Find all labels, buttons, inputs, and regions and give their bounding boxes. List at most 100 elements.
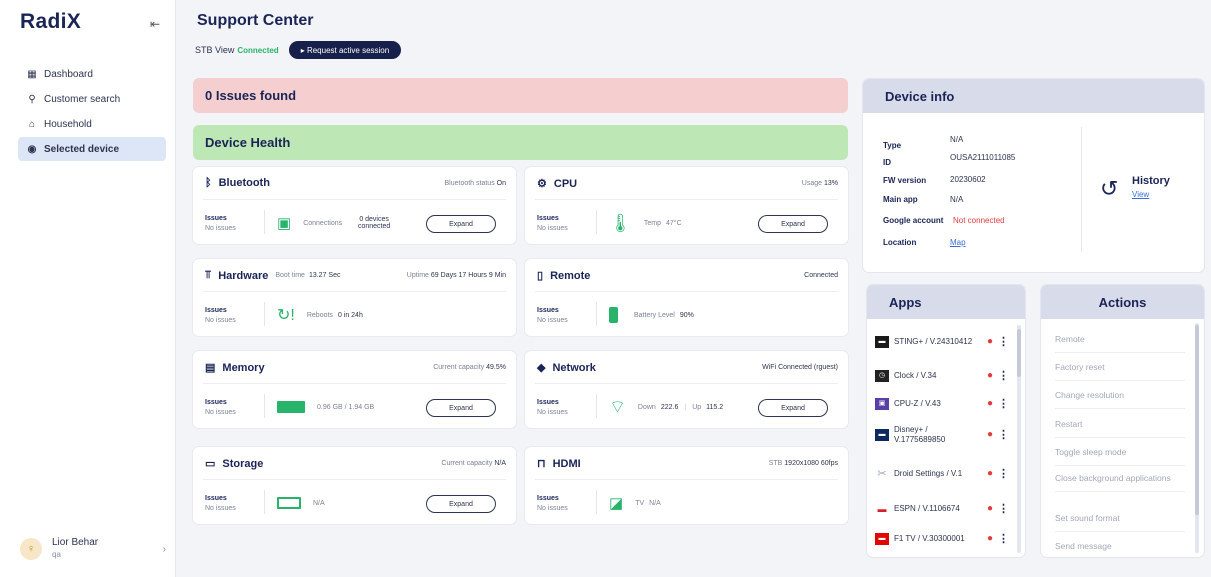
card-title: Hardware: [218, 269, 269, 282]
issues-summary: Issues No issues: [205, 214, 236, 234]
chevron-right-icon: ›: [162, 543, 166, 555]
app-item[interactable]: ▬ F1 TV / V.30300001 ● ⋮: [875, 527, 1015, 551]
action-restart[interactable]: Restart: [1055, 418, 1185, 438]
bluetooth-icon: ᛒ: [205, 177, 212, 189]
history-icon[interactable]: ↺: [1100, 176, 1118, 202]
wifi-signal-icon: ⌔: [609, 396, 626, 417]
sidebar-item-dashboard[interactable]: ▦ Dashboard: [18, 62, 166, 86]
info-value: N/A: [950, 195, 964, 204]
app-logo[interactable]: RadiX: [20, 10, 81, 34]
user-profile[interactable]: ♀ Lior Behar qa ›: [20, 535, 166, 563]
app-logo-icon: ▬: [875, 429, 889, 441]
sidebar-item-label: Household: [44, 118, 92, 130]
body-value: 90%: [679, 311, 694, 319]
app-item[interactable]: ✂ Droid Settings / V.1 ● ⋮: [875, 462, 1015, 486]
divider: [596, 210, 597, 234]
action-toggle-sleep-mode[interactable]: Toggle sleep mode: [1055, 446, 1185, 466]
more-menu-icon[interactable]: ⋮: [998, 469, 1009, 480]
meta-label: Uptime: [406, 272, 429, 279]
user-role: qa: [52, 550, 61, 559]
divider: [264, 210, 265, 234]
body-value: 0 devices connected: [357, 216, 391, 230]
request-session-button[interactable]: ▸ Request active session: [288, 41, 402, 59]
remote-card: ▯ Remote Connected Issues No issues Batter…: [525, 259, 848, 336]
meta-value: Connected: [804, 272, 838, 279]
main-content: Support Center STB View Connected ▸ Requ…: [176, 0, 1211, 577]
status-dot: ●: [987, 370, 994, 381]
down-value: 222.6: [660, 403, 679, 411]
more-menu-icon[interactable]: ⋮: [998, 337, 1009, 348]
sidebar-item-household[interactable]: ⌂ Household: [18, 112, 166, 136]
expand-button[interactable]: Expand: [758, 215, 828, 233]
action-set-sound-format[interactable]: Set sound format: [1055, 512, 1185, 532]
actions-scrollbar-thumb[interactable]: [1195, 325, 1199, 515]
wifi-icon: ◆: [537, 362, 546, 374]
more-menu-icon[interactable]: ⋮: [998, 534, 1009, 545]
card-body: ⌔ Down 222.6 | Up 115.2: [609, 395, 723, 419]
divider: [203, 479, 506, 480]
card-meta: Current capacity N/A: [441, 460, 506, 467]
more-menu-icon[interactable]: ⋮: [998, 504, 1009, 515]
body-value: N/A: [649, 499, 661, 507]
more-menu-icon[interactable]: ⋮: [998, 371, 1009, 382]
status-dot: ●: [987, 336, 994, 347]
issues-banner: 0 Issues found: [193, 78, 848, 113]
issues-value: No issues: [205, 409, 236, 416]
app-logo-icon: ▣: [875, 398, 889, 410]
meta-label: Bluetooth status: [444, 180, 495, 187]
expand-button[interactable]: Expand: [758, 399, 828, 417]
issues-value: No issues: [205, 505, 236, 512]
battery-icon: [609, 307, 618, 323]
cpu-icon: ⚙: [537, 178, 547, 190]
issues-title: Issues: [537, 399, 559, 406]
issues-title: Issues: [205, 495, 227, 502]
card-meta: Current capacity 49.5%: [433, 364, 506, 371]
storage-icon: ▭: [205, 458, 216, 470]
action-remote[interactable]: Remote: [1055, 333, 1185, 353]
expand-button[interactable]: Expand: [426, 495, 496, 513]
expand-button[interactable]: Expand: [426, 215, 496, 233]
more-menu-icon[interactable]: ⋮: [998, 430, 1009, 441]
meta-label: Usage: [801, 180, 823, 187]
history-view-link[interactable]: View: [1132, 190, 1149, 199]
card-title: HDMI: [552, 457, 581, 470]
app-item[interactable]: ▬ STING+ / V.24310412 ● ⋮: [875, 330, 1015, 354]
info-label: FW version: [883, 176, 927, 185]
body-value: 0 in 24h: [337, 311, 363, 319]
stb-status-row: STB View Connected ▸ Request active sess…: [195, 41, 402, 59]
card-body: 0.96 GB / 1.94 GB: [277, 395, 374, 419]
expand-button[interactable]: Expand: [426, 399, 496, 417]
meta-label: Current capacity: [433, 364, 485, 371]
meta-value: 49.5%: [486, 364, 506, 371]
tv-icon: ◪: [609, 495, 624, 512]
app-item[interactable]: ▬ ESPN / V.1106674 ● ⋮: [875, 497, 1015, 521]
more-menu-icon[interactable]: ⋮: [998, 399, 1009, 410]
issues-title: Issues: [537, 307, 559, 314]
card-title: Bluetooth: [218, 177, 270, 189]
sidebar-item-selected-device[interactable]: ◉ Selected device: [18, 137, 166, 161]
card-body: Battery Level 90%: [609, 303, 694, 327]
bluetooth-card: ᛒ Bluetooth Bluetooth status On Issues No …: [193, 167, 516, 244]
info-value: N/A: [950, 135, 964, 144]
location-map-link[interactable]: Map: [950, 238, 966, 247]
info-label: Google account: [883, 216, 944, 225]
sidebar-item-customer-search[interactable]: ⚲ Customer search: [18, 87, 166, 111]
apps-scrollbar-thumb[interactable]: [1017, 329, 1021, 377]
hardware-icon: ⫪: [205, 269, 212, 281]
divider: |: [684, 403, 687, 411]
app-item[interactable]: ◷ Clock / V.34 ● ⋮: [875, 364, 1015, 388]
sidebar-nav: ▦ Dashboard ⚲ Customer search ⌂ Househol…: [18, 62, 166, 162]
action-change-resolution[interactable]: Change resolution: [1055, 389, 1185, 409]
body-label: Connections: [303, 219, 343, 227]
info-value: 20230602: [950, 175, 986, 184]
actions-panel: Actions Remote Factory reset Change reso…: [1041, 285, 1204, 557]
collapse-sidebar-icon[interactable]: ⇤: [150, 17, 160, 31]
down-label: Down: [637, 403, 656, 411]
action-close-background-apps[interactable]: Close background applications: [1055, 472, 1185, 492]
reboot-icon: ↻!: [277, 307, 295, 324]
app-item[interactable]: ▬ Disney+ / V.1775689850 ● ⋮: [875, 423, 1015, 447]
app-item[interactable]: ▣ CPU-Z / V.43 ● ⋮: [875, 392, 1015, 416]
action-send-message[interactable]: Send message: [1055, 540, 1185, 559]
action-factory-reset[interactable]: Factory reset: [1055, 361, 1185, 381]
app-name: STING+ / V.24310412: [894, 337, 973, 346]
